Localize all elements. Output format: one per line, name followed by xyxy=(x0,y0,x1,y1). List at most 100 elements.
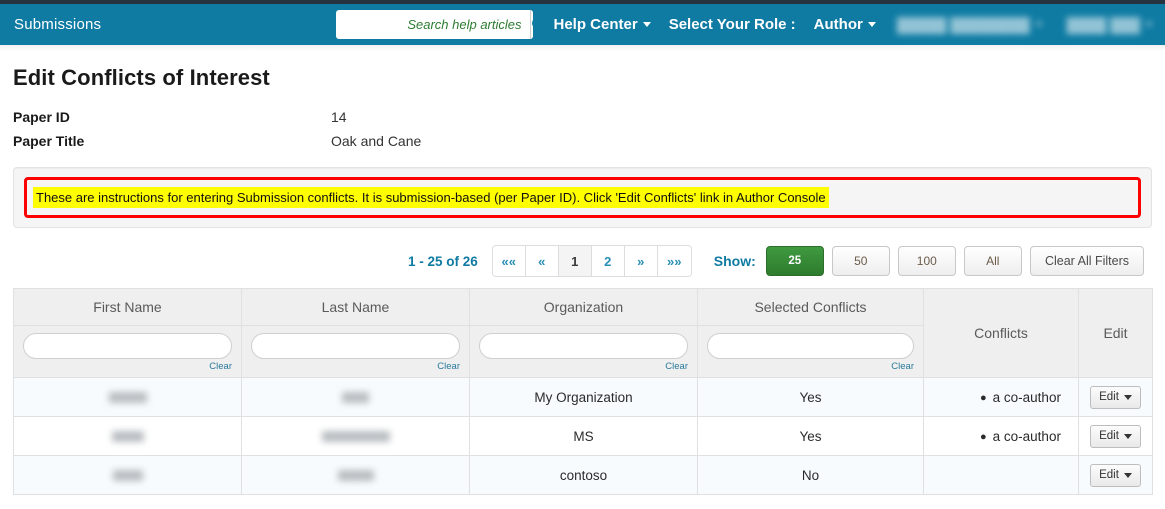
cell-organization: MS xyxy=(469,416,698,456)
table-row: contoso No Edit xyxy=(13,455,1153,495)
cell-first-name xyxy=(13,455,242,495)
redacted-first-name xyxy=(111,431,144,443)
page-title: Edit Conflicts of Interest xyxy=(13,65,270,90)
chevron-down-icon xyxy=(1123,394,1132,400)
conflicts-table: First Name Last Name Organization Select… xyxy=(13,288,1153,495)
column-header-conflicts: Conflicts xyxy=(923,288,1079,378)
table-toolbar: 1 - 25 of 26 «« « 1 2 » »» Show: 25 50 1… xyxy=(13,244,1152,278)
table-header-row: First Name Last Name Organization Select… xyxy=(13,288,1153,378)
pager-first-page[interactable]: «« xyxy=(492,246,526,276)
cell-edit: Edit xyxy=(1078,377,1153,417)
edit-button-label: Edit xyxy=(1099,430,1119,442)
top-navigation-bar: Submissions Help Center Select Your Role… xyxy=(0,4,1165,45)
clear-filter-selected-conflicts[interactable]: Clear xyxy=(707,361,914,372)
table-body: My Organization Yes ● a co-author Edit MS… xyxy=(13,377,1153,495)
show-all-button[interactable]: All xyxy=(963,246,1022,276)
pager-page-2[interactable]: 2 xyxy=(591,246,625,276)
help-search-box[interactable] xyxy=(335,10,533,39)
cell-conflicts: ● a co-author xyxy=(923,377,1079,417)
chevron-down-icon xyxy=(642,22,651,27)
column-header-first-name[interactable]: First Name xyxy=(13,288,242,326)
edit-dropdown-button[interactable]: Edit xyxy=(1090,463,1141,487)
table-row: My Organization Yes ● a co-author Edit xyxy=(13,377,1153,417)
paper-id-label: Paper ID xyxy=(13,109,70,125)
cell-edit: Edit xyxy=(1078,455,1153,495)
cell-edit: Edit xyxy=(1078,416,1153,456)
redacted-first-name xyxy=(108,392,147,404)
clear-filter-organization[interactable]: Clear xyxy=(479,361,688,372)
cell-conflicts: ● a co-author xyxy=(923,416,1079,456)
redacted-last-name xyxy=(321,431,390,443)
filter-cell-last-name: Clear xyxy=(241,325,470,378)
chevron-down-icon xyxy=(1123,472,1132,478)
filter-input-last-name[interactable] xyxy=(251,333,460,359)
cell-last-name xyxy=(241,377,470,417)
pager-page-1[interactable]: 1 xyxy=(558,246,592,276)
paper-id-row: Paper ID 14 xyxy=(13,109,1152,125)
cell-organization: My Organization xyxy=(469,377,698,417)
paper-title-row: Paper Title Oak and Cane xyxy=(13,133,1152,149)
paper-title-value: Oak and Cane xyxy=(331,133,422,149)
paper-title-label: Paper Title xyxy=(13,133,85,149)
conflict-item: a co-author xyxy=(992,389,1061,405)
instructions-panel: These are instructions for entering Subm… xyxy=(13,167,1152,228)
nav-select-your-role-label: Select Your Role : xyxy=(668,16,796,33)
page-body: Edit Conflicts of Interest Paper ID 14 P… xyxy=(0,65,1165,495)
pager-last-page[interactable]: »» xyxy=(657,246,691,276)
cell-selected-conflicts: No xyxy=(697,455,924,495)
edit-dropdown-button[interactable]: Edit xyxy=(1090,424,1141,448)
filter-cell-first-name: Clear xyxy=(13,325,242,378)
bullet-icon: ● xyxy=(980,391,987,404)
column-header-organization[interactable]: Organization xyxy=(469,288,698,326)
column-header-edit: Edit xyxy=(1078,288,1153,378)
column-header-last-name[interactable]: Last Name xyxy=(241,288,470,326)
cell-last-name xyxy=(241,455,470,495)
redacted-last-name xyxy=(337,470,374,482)
column-header-selected-conflicts[interactable]: Selected Conflicts xyxy=(697,288,924,326)
cell-conflicts xyxy=(923,455,1079,495)
clear-filter-last-name[interactable]: Clear xyxy=(251,361,460,372)
pager-next-page[interactable]: » xyxy=(624,246,658,276)
table-row: MS Yes ● a co-author Edit xyxy=(13,416,1153,456)
nav-role-value: Author xyxy=(813,16,863,33)
brand-submissions[interactable]: Submissions xyxy=(14,16,101,33)
nav-redacted-item-2[interactable]: ████ ███ xyxy=(1055,4,1165,45)
show-100-button[interactable]: 100 xyxy=(897,246,956,276)
edit-button-label: Edit xyxy=(1099,391,1119,403)
search-icon[interactable] xyxy=(529,10,533,39)
nav-right-group: Help Center Select Your Role : Author ██… xyxy=(335,4,1165,45)
paper-id-value: 14 xyxy=(331,109,347,125)
instructions-text: These are instructions for entering Subm… xyxy=(33,187,829,208)
filter-cell-organization: Clear xyxy=(469,325,698,378)
filter-cell-selected-conflicts: Clear xyxy=(697,325,924,378)
edit-button-label: Edit xyxy=(1099,469,1119,481)
filter-input-selected-conflicts[interactable] xyxy=(707,333,914,359)
cell-first-name xyxy=(13,416,242,456)
clear-all-filters-button[interactable]: Clear All Filters xyxy=(1030,246,1144,276)
result-range: 1 - 25 of 26 xyxy=(408,253,478,269)
instructions-highlight-box: These are instructions for entering Subm… xyxy=(24,177,1141,218)
cell-organization: contoso xyxy=(469,455,698,495)
filter-input-first-name[interactable] xyxy=(23,333,232,359)
filter-input-organization[interactable] xyxy=(479,333,688,359)
nav-redacted-item-1[interactable]: █████ ████████ xyxy=(885,4,1055,45)
nav-redacted-item-1-label: █████ ████████ xyxy=(896,16,1030,33)
clear-filter-first-name[interactable]: Clear xyxy=(23,361,232,372)
chevron-down-icon xyxy=(867,22,876,27)
nav-role-selector[interactable]: Author xyxy=(805,4,885,45)
cell-selected-conflicts: Yes xyxy=(697,377,924,417)
show-25-button[interactable]: 25 xyxy=(765,246,824,276)
edit-dropdown-button[interactable]: Edit xyxy=(1090,385,1141,409)
bullet-icon: ● xyxy=(980,430,987,443)
redacted-last-name xyxy=(342,392,369,404)
pager-prev-page[interactable]: « xyxy=(525,246,559,276)
show-50-button[interactable]: 50 xyxy=(831,246,890,276)
chevron-down-icon xyxy=(1123,433,1132,439)
cell-selected-conflicts: Yes xyxy=(697,416,924,456)
show-label: Show: xyxy=(713,253,756,269)
pagination: «« « 1 2 » »» xyxy=(491,245,692,277)
nav-help-center[interactable]: Help Center xyxy=(545,4,660,45)
search-input[interactable] xyxy=(335,10,530,39)
header-shadow xyxy=(0,45,1165,51)
chevron-down-icon xyxy=(1034,22,1043,27)
